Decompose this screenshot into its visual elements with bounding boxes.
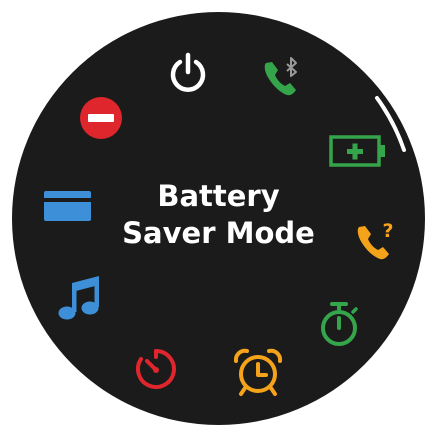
battery-charge-icon [329,135,385,167]
card-icon [44,191,91,221]
find-phone-button[interactable]: ? [355,215,401,261]
alarm-clock-icon [233,348,283,396]
music-note-icon [58,276,99,320]
timer-icon [135,349,176,389]
do-not-disturb-button[interactable] [78,95,124,141]
stopwatch-icon [321,302,358,346]
music-button[interactable] [56,272,104,322]
stopwatch-button[interactable] [316,300,362,350]
mode-title-line1: Battery [157,179,280,213]
timer-button[interactable] [132,345,180,393]
phone-question-icon: ? [357,220,394,260]
mode-title-line2: Saver Mode [122,216,315,250]
svg-text:?: ? [382,220,393,242]
phone-bluetooth-icon [264,57,297,96]
do-not-disturb-icon [80,97,122,139]
mode-title: Battery Saver Mode [110,178,327,252]
power-icon [170,52,206,92]
battery-saver-button[interactable] [328,132,390,170]
alarm-button[interactable] [232,348,284,398]
power-button[interactable] [165,50,211,96]
phone-bluetooth-button[interactable] [260,55,306,101]
wallet-button[interactable] [42,188,94,224]
